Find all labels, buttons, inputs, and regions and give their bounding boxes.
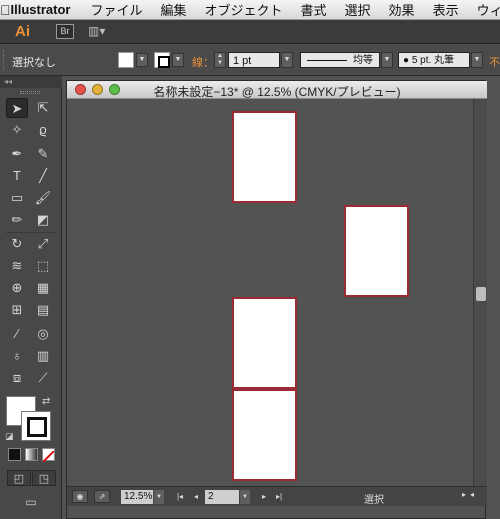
free-transform-tool-icon[interactable]: ⬚ <box>32 256 54 276</box>
apple-icon[interactable]:  <box>0 2 11 18</box>
pencil-tool-icon[interactable]: ✏ <box>6 210 28 230</box>
scale-tool-icon[interactable]: ⤢ <box>32 234 54 254</box>
last-artboard-button[interactable]: ▸| <box>274 490 284 504</box>
gradient-mode-icon[interactable] <box>25 448 38 461</box>
graph-tool-icon[interactable]: ▥ <box>32 346 54 366</box>
artboard-2[interactable] <box>344 205 409 297</box>
stroke-dropdown[interactable]: ▼ <box>172 53 184 67</box>
curvature-tool-icon[interactable]: ✎ <box>32 144 54 164</box>
profile-dropdown[interactable]: ▼ <box>381 52 393 68</box>
screen-mode-icon[interactable]: ▭ <box>18 494 44 510</box>
shape-builder-tool-icon[interactable]: ⊕ <box>6 278 28 298</box>
pen-tool-icon[interactable]: ✒ <box>6 144 28 164</box>
previous-artboard-button[interactable]: ◂ <box>191 490 201 504</box>
application-bar: Ai Br ▥▾ <box>0 20 500 44</box>
menu-type[interactable]: 書式 <box>301 0 327 19</box>
menu-window[interactable]: ウィン <box>477 0 500 19</box>
slice-tool-icon[interactable]: ⟋ <box>32 368 54 388</box>
tools-collapse-button[interactable]: ◂◂ <box>0 76 62 88</box>
selection-status: 選択なし <box>12 57 56 69</box>
artboard-4[interactable] <box>232 389 297 481</box>
artboard-number-field[interactable]: 2 <box>205 490 239 504</box>
paintbrush-tool-icon[interactable]: 🖌 <box>32 188 54 208</box>
status-bar: ◉ ⇗ 12.5% ▼ |◂ ◂ 2 ▼ ▸ ▸| 選択 ▸ ◂ <box>67 486 487 506</box>
artboard-tool-icon[interactable]: ⧈ <box>6 368 28 388</box>
artboard-dropdown[interactable]: ▼ <box>240 490 250 504</box>
menu-file[interactable]: ファイル <box>90 0 142 19</box>
perspective-grid-tool-icon[interactable]: ▦ <box>32 278 54 298</box>
type-tool-icon[interactable]: T <box>6 166 28 186</box>
lasso-tool-icon[interactable]: ϱ <box>32 120 54 140</box>
draw-behind-icon[interactable]: ◳ <box>32 470 56 486</box>
zoom-dropdown[interactable]: ▼ <box>154 490 164 504</box>
menu-view[interactable]: 表示 <box>433 0 459 19</box>
control-bar-grip[interactable] <box>3 50 7 70</box>
menu-bar:  Illustrator ファイル 編集 オブジェクト 書式 選択 効果 表示… <box>0 0 500 20</box>
stroke-color-box[interactable] <box>21 411 51 441</box>
control-bar: 選択なし ▼ ▼ 線： ▲ ▼ 1 pt ▼ 均等 ▼ ● 5 pt. 丸筆 ▼ … <box>0 44 500 76</box>
mesh-tool-icon[interactable]: ⊞ <box>6 300 28 320</box>
brush-definition[interactable]: ● 5 pt. 丸筆 <box>398 52 470 68</box>
magic-wand-tool-icon[interactable]: ✧ <box>6 120 28 140</box>
document-title: 名称未設定−13* @ 12.5% (CMYK/プレビュー) <box>153 85 401 99</box>
eyedropper-tool-icon[interactable]: ⁄ <box>6 324 28 344</box>
rotate-tool-icon[interactable]: ↻ <box>6 234 28 254</box>
none-mode-icon[interactable] <box>42 448 55 463</box>
stroke-weight-dropdown[interactable]: ▼ <box>281 52 293 68</box>
direct-selection-tool-icon[interactable]: ⇱ <box>32 98 54 118</box>
default-colors-icon[interactable]: ◪ <box>5 431 14 442</box>
gpu-preview-icon[interactable]: ◉ <box>72 490 88 503</box>
document-window: 名称未設定−13* @ 12.5% (CMYK/プレビュー) ◉ ⇗ 12.5%… <box>66 80 487 519</box>
opacity-label[interactable]: 不 <box>489 54 500 70</box>
variable-width-profile[interactable]: 均等 <box>300 52 380 68</box>
tools-panel-grip[interactable] <box>20 91 40 94</box>
scroll-left-icon[interactable]: ◂ <box>470 490 474 499</box>
menu-select[interactable]: 選択 <box>345 0 371 19</box>
rectangle-tool-icon[interactable]: ▭ <box>6 188 28 208</box>
document-title-bar[interactable]: 名称未設定−13* @ 12.5% (CMYK/プレビュー) <box>67 81 487 99</box>
stroke-weight-field[interactable]: 1 pt <box>228 52 280 68</box>
first-artboard-button[interactable]: |◂ <box>175 490 185 504</box>
swap-fill-stroke-icon[interactable]: ⇄ <box>42 396 50 407</box>
menu-edit[interactable]: 編集 <box>160 0 186 19</box>
bridge-button[interactable]: Br <box>56 24 74 39</box>
tools-divider <box>6 232 56 233</box>
status-menu-icon[interactable]: ▸ <box>462 490 466 499</box>
tools-panel: ◂◂ ➤ ⇱ ✧ ϱ ✒ ✎ T ╱ ▭ 🖌 ✏ ◩ ↻ ⤢ ≋ ⬚ ⊕ ▦ ⊞… <box>0 76 62 519</box>
next-artboard-button[interactable]: ▸ <box>259 490 269 504</box>
draw-normal-icon[interactable]: ◰ <box>7 470 31 486</box>
selection-tool-icon[interactable]: ➤ <box>6 98 28 118</box>
stroke-weight-stepper[interactable]: ▲ ▼ <box>214 52 226 68</box>
vertical-scrollbar[interactable] <box>473 99 487 486</box>
warp-tool-icon[interactable]: ≋ <box>6 256 28 276</box>
color-mode-icon[interactable] <box>8 448 21 461</box>
menu-effect[interactable]: 効果 <box>389 0 415 19</box>
share-icon[interactable]: ⇗ <box>94 490 110 503</box>
status-text[interactable]: 選択 <box>364 491 384 506</box>
stroke-label[interactable]: 線： <box>192 54 214 70</box>
menu-app-name[interactable]: Illustrator <box>11 2 71 17</box>
fill-swatch[interactable] <box>118 52 134 68</box>
gradient-tool-icon[interactable]: ▤ <box>32 300 54 320</box>
brush-dropdown[interactable]: ▼ <box>471 52 483 68</box>
arrange-documents-button[interactable]: ▥▾ <box>88 24 114 39</box>
artboard-1[interactable] <box>232 111 297 203</box>
stroke-swatch[interactable] <box>154 52 170 68</box>
menu-object[interactable]: オブジェクト <box>205 0 283 19</box>
canvas-area[interactable] <box>67 99 473 486</box>
eraser-tool-icon[interactable]: ◩ <box>32 210 54 230</box>
line-segment-tool-icon[interactable]: ╱ <box>32 166 54 186</box>
artboard-3[interactable] <box>232 297 297 389</box>
vertical-scroll-thumb[interactable] <box>476 287 486 301</box>
illustrator-logo: Ai <box>15 23 30 40</box>
fill-dropdown[interactable]: ▼ <box>136 53 148 67</box>
symbol-sprayer-tool-icon[interactable]: ♁ <box>6 346 28 366</box>
zoom-field[interactable]: 12.5% <box>121 490 153 504</box>
blend-tool-icon[interactable]: ◎ <box>32 324 54 344</box>
